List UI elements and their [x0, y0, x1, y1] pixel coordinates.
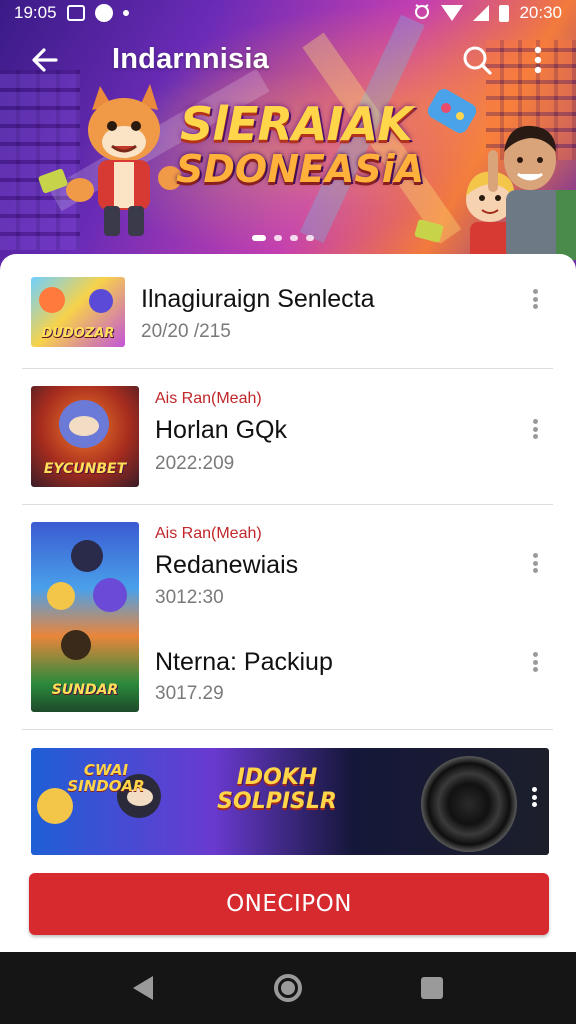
primary-action-button[interactable]: ONECIPON — [29, 873, 549, 935]
more-options-button[interactable] — [528, 44, 548, 76]
item-date: 3012:30 — [155, 587, 224, 608]
thumbnail-character-face — [69, 416, 99, 436]
item-tag: Ais Ran(Meah) — [155, 525, 262, 542]
app-bar: Indarnnisia — [0, 34, 576, 86]
banner-left-label: CWAI SINDOAR — [67, 761, 145, 795]
notification-dot-icon — [122, 10, 129, 16]
list-item[interactable]: DUDOZAR Ilnagiuraign Senlecta 20/20 /215 — [0, 254, 576, 368]
item-title: Ilnagiuraign Senlecta — [141, 285, 375, 313]
nav-home-icon[interactable] — [274, 974, 302, 1002]
content-list: DUDOZAR Ilnagiuraign Senlecta 20/20 /215… — [0, 254, 576, 952]
back-button[interactable] — [28, 44, 62, 76]
pager-dot[interactable] — [252, 235, 266, 241]
item-thumbnail: EYCUNBET — [31, 386, 139, 487]
search-button[interactable] — [460, 43, 494, 77]
hero-title-line2: SDONEASiA — [176, 147, 425, 191]
more-vertical-icon — [534, 46, 542, 74]
controller-illustration — [427, 89, 477, 133]
item-date: 3017.29 — [155, 683, 224, 704]
status-clock: 20:30 — [519, 3, 562, 22]
item-more-icon[interactable] — [528, 286, 542, 312]
divider — [22, 729, 553, 730]
pager-dot[interactable] — [274, 235, 282, 241]
signal-icon — [473, 5, 490, 21]
pager-dot[interactable] — [306, 235, 314, 241]
battery-icon — [499, 4, 510, 22]
fox-mascot-illustration — [38, 84, 182, 236]
search-icon — [463, 46, 492, 75]
thumbnail-character — [39, 287, 65, 313]
thumbnail-label: EYCUNBET — [43, 461, 127, 477]
status-time: 19:05 — [14, 3, 57, 22]
hero-title-line1: SlERAIAK — [180, 97, 413, 151]
promo-banner[interactable]: CWAI SINDOAR IDOKH SOLPISLR — [31, 748, 549, 855]
wifi-icon — [441, 5, 464, 21]
pager-dot[interactable] — [290, 235, 298, 241]
thumbnail-character — [89, 289, 113, 313]
banner-more-icon[interactable] — [527, 784, 541, 810]
item-date: 20/20 /215 — [141, 321, 231, 342]
nav-recents-icon[interactable] — [421, 977, 443, 999]
nav-back-icon[interactable] — [133, 976, 153, 1000]
gallery-icon — [66, 5, 85, 21]
page-title: Indarnnisia — [112, 43, 269, 75]
status-bar: 19:05 20:30 — [0, 0, 576, 26]
alarm-icon — [413, 2, 431, 25]
item-title: Horlan GQk — [155, 416, 287, 444]
item-title: Nterna: Packiup — [155, 648, 333, 676]
item-title: Redanewiais — [155, 551, 299, 579]
thumbnail-label: DUDOZAR — [41, 326, 115, 341]
hero-pager[interactable] — [252, 235, 314, 241]
item-thumbnail: DUDOZAR — [31, 277, 125, 347]
speaker-illustration — [421, 756, 517, 852]
emoji-icon — [94, 4, 113, 22]
hero-title: SlERAIAK SDONEASiA — [176, 97, 425, 191]
item-tag: Ais Ran(Meah) — [155, 390, 262, 407]
item-more-icon[interactable] — [528, 550, 542, 576]
banner-title: IDOKH SOLPISLR — [217, 765, 337, 814]
arrow-left-icon — [32, 48, 58, 72]
item-date: 2022:209 — [155, 453, 235, 474]
item-more-icon[interactable] — [528, 649, 542, 675]
system-nav-bar — [0, 952, 576, 1024]
item-more-icon[interactable] — [528, 416, 542, 442]
